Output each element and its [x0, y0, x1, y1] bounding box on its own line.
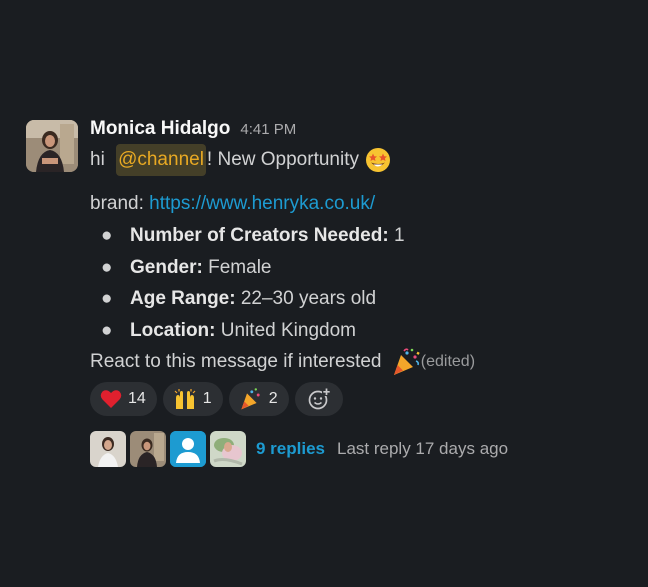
- detail-label: Age Range:: [130, 288, 236, 309]
- list-item: ● Age Range: 22–30 years old: [90, 283, 630, 315]
- detail-label: Location:: [130, 319, 216, 341]
- avatar: [130, 431, 166, 467]
- star-struck-emoji-icon: [365, 147, 391, 173]
- avatar: [210, 431, 246, 467]
- avatar: [170, 431, 206, 467]
- detail-value: 22–30 years old: [235, 288, 377, 309]
- reactions-bar: 14 1 2: [90, 382, 630, 416]
- reaction-count: 2: [268, 390, 278, 407]
- reaction-heart[interactable]: 14: [90, 382, 157, 416]
- edited-label: (edited): [420, 353, 476, 370]
- message-timestamp[interactable]: 4:41 PM: [240, 121, 296, 138]
- brand-label: brand:: [90, 193, 150, 214]
- bullet-icon: ●: [101, 319, 113, 341]
- detail-label: Gender:: [130, 256, 203, 278]
- channel-mention[interactable]: @channel: [116, 144, 206, 176]
- bullet-icon: ●: [101, 288, 113, 309]
- details-list: ● Number of Creators Needed: 1 ● Gender:…: [90, 220, 630, 346]
- party-popper-icon: [391, 347, 421, 377]
- raising-hands-icon: [173, 388, 197, 410]
- detail-value: 1: [388, 225, 405, 246]
- thread-replies-link[interactable]: 9 replies: [256, 439, 325, 459]
- detail-value: United Kingdom: [215, 319, 356, 341]
- list-item: ● Number of Creators Needed: 1: [90, 220, 630, 252]
- reaction-count: 1: [202, 390, 212, 407]
- sender-avatar[interactable]: [26, 120, 78, 172]
- reaction-party-popper[interactable]: 2: [228, 382, 289, 416]
- closing-text: React to this message if interested: [90, 351, 387, 372]
- reaction-raising-hands[interactable]: 1: [162, 382, 223, 416]
- thread-avatars: [90, 431, 246, 467]
- detail-value: Female: [202, 256, 272, 278]
- list-item: ● Gender: Female: [90, 252, 630, 284]
- thread-summary[interactable]: 9 replies Last reply 17 days ago: [90, 431, 630, 467]
- closing-line: React to this message if interested (edi…: [90, 346, 630, 378]
- list-item: ● Location: United Kingdom: [90, 315, 630, 347]
- avatar: [90, 431, 126, 467]
- greeting-suffix: ! New Opportunity: [206, 149, 359, 170]
- sender-name[interactable]: Monica Hidalgo: [90, 118, 230, 140]
- add-reaction-button[interactable]: [294, 382, 343, 416]
- brand-line: brand: https://www.henryka.co.uk/: [90, 188, 630, 220]
- greeting-prefix: hi: [90, 149, 111, 170]
- bullet-icon: ●: [101, 256, 113, 278]
- bullet-icon: ●: [101, 225, 113, 246]
- party-popper-icon: [239, 387, 263, 411]
- reaction-count: 14: [128, 390, 146, 407]
- add-reaction-icon: [307, 387, 331, 411]
- brand-link[interactable]: https://www.henryka.co.uk/: [149, 193, 375, 214]
- detail-label: Number of Creators Needed:: [130, 225, 389, 246]
- greeting-line: hi @channel ! New Opportunity: [90, 144, 630, 176]
- thread-last-reply: Last reply 17 days ago: [337, 439, 509, 458]
- red-heart-icon: [100, 389, 122, 409]
